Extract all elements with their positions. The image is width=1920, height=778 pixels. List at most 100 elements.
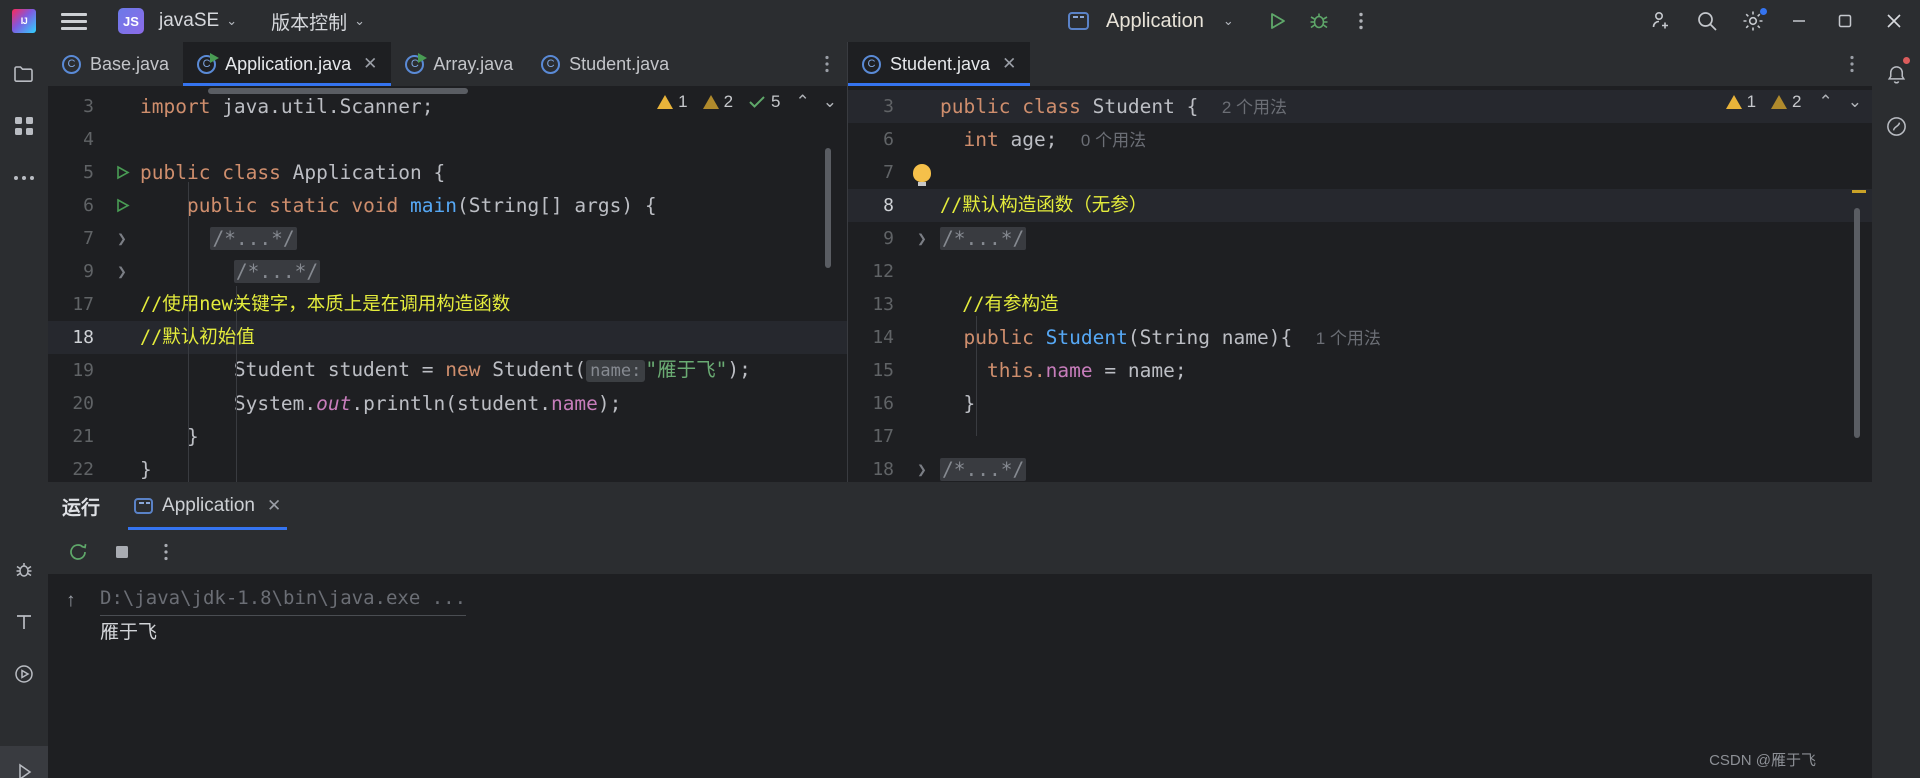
code-line-current[interactable]: 3 public class Student { 2 个用法 (848, 90, 1872, 123)
vertical-scrollbar-left[interactable] (825, 148, 831, 268)
run-more-options-icon[interactable] (148, 534, 184, 570)
terminal-tool-icon[interactable] (0, 596, 48, 648)
line-number: 15 (872, 360, 894, 381)
ai-assistant-icon[interactable] (1872, 100, 1920, 152)
structure-tool-icon[interactable] (0, 100, 48, 152)
code-line[interactable]: 12 (848, 255, 1872, 288)
prev-problem-icon[interactable]: ⌃ (1819, 92, 1833, 112)
usage-hint[interactable]: 0 个用法 (1081, 131, 1146, 150)
kw-class: class (222, 161, 281, 184)
settings-gear-icon[interactable] (1730, 0, 1776, 42)
share-project-icon[interactable] (1638, 0, 1684, 42)
settings-badge-dot (1760, 8, 1767, 15)
code-line[interactable]: 21 } (48, 420, 847, 453)
code-text: } (140, 453, 847, 482)
inspections-widget-left[interactable]: 1 2 5 ⌃ ⌄ (657, 86, 847, 118)
main-menu-icon[interactable] (52, 0, 96, 42)
console-output[interactable]: ↑ D:\java\jdk-1.8\bin\java.exe ... 雁于飞 C… (48, 574, 1872, 778)
vertical-scrollbar-right[interactable] (1854, 208, 1860, 438)
intellij-logo-icon[interactable]: IJ (12, 9, 36, 33)
code-line[interactable]: 4 (48, 123, 847, 156)
intention-bulb-icon[interactable] (904, 163, 940, 186)
horizontal-scrollbar-left[interactable] (208, 88, 468, 94)
code-line[interactable]: 6 public static void main(String[] args)… (48, 189, 847, 222)
usage-hint[interactable]: 1 个用法 (1316, 329, 1381, 348)
run-window-toggle[interactable] (0, 746, 48, 778)
next-problem-icon[interactable]: ⌄ (1848, 92, 1862, 112)
vcs-label: 版本控制 (271, 12, 348, 34)
editor-tab-application[interactable]: C Application.java ✕ (183, 42, 392, 86)
folded-comment[interactable]: /*...*/ (940, 458, 1027, 481)
tab-close-icon[interactable]: ✕ (1002, 54, 1016, 74)
code-line[interactable]: 19 Student student = new Student(name: "雁… (48, 354, 847, 387)
close-button[interactable] (1868, 0, 1920, 42)
fold-chevron-icon[interactable]: ❯ (104, 255, 140, 288)
code-line[interactable]: 5 public class Application { (48, 156, 847, 189)
code-line[interactable]: 22 } (48, 453, 847, 482)
fold-chevron-icon[interactable]: ❯ (904, 453, 940, 482)
code-line[interactable]: 14 public Student(String name){ 1 个用法 (848, 321, 1872, 354)
project-selector[interactable]: javaSE ⌄ (151, 6, 245, 36)
code-line[interactable]: 9 ❯ /*...*/ (848, 222, 1872, 255)
code-line[interactable]: 16 } (848, 387, 1872, 420)
console-command[interactable]: D:\java\jdk-1.8\bin\java.exe ... (100, 582, 467, 616)
project-tool-icon[interactable] (0, 48, 48, 100)
run-configuration-selector[interactable]: Application ⌄ (1060, 6, 1242, 36)
run-button[interactable] (1256, 0, 1298, 42)
code-line[interactable]: 7 ❯ /*...*/ (48, 222, 847, 255)
line-number: 16 (872, 393, 894, 414)
code-line[interactable]: 9 ❯ /*...*/ (48, 255, 847, 288)
rerun-button[interactable] (60, 534, 96, 570)
line-number: 21 (72, 426, 94, 447)
run-tab-close-icon[interactable]: ✕ (267, 496, 281, 516)
run-gutter-icon[interactable] (104, 197, 140, 214)
maximize-button[interactable] (1822, 0, 1868, 42)
fold-chevron-icon[interactable]: ❯ (904, 222, 940, 255)
run-gutter-icon[interactable] (104, 164, 140, 181)
code-line[interactable]: 18 ❯ /*...*/ (848, 453, 1872, 482)
run-tool-icon[interactable] (0, 648, 48, 700)
editor-tabs-more-icon[interactable] (807, 42, 847, 86)
editor-tab-base[interactable]: C Base.java (48, 42, 183, 86)
folded-comment[interactable]: /*...*/ (210, 227, 297, 250)
vcs-selector[interactable]: 版本控制 ⌄ (263, 6, 373, 36)
code-line-current[interactable]: 8 //默认构造函数（无参） (848, 189, 1872, 222)
editor-tab-student-left[interactable]: C Student.java (527, 42, 683, 86)
editor-tab-student-right[interactable]: C Student.java ✕ (848, 42, 1031, 86)
folded-comment[interactable]: /*...*/ (940, 227, 1027, 250)
code-line[interactable]: 20 System.out.println(student.name); (48, 387, 847, 420)
editor-tabs-more-icon[interactable] (1832, 42, 1872, 86)
code-line[interactable]: 17 (848, 420, 1872, 453)
run-tab-application[interactable]: Application ✕ (120, 482, 295, 530)
more-run-options-icon[interactable] (1340, 0, 1382, 42)
code-area-right[interactable]: 1 2 ⌃ ⌄ 3 public class Student { 2 个用法 6… (848, 86, 1872, 482)
editor-tab-array[interactable]: C Array.java (391, 42, 527, 86)
prev-problem-icon[interactable]: ⌃ (796, 92, 810, 112)
scroll-up-icon[interactable]: ↑ (66, 590, 76, 612)
inspections-widget-right[interactable]: 1 2 ⌃ ⌄ (1725, 86, 1872, 118)
more-tools-icon[interactable] (0, 152, 48, 204)
code-lines-left: 3 import java.util.Scanner; 4 5 public c… (48, 86, 847, 482)
code-line[interactable]: 13 //有参构造 (848, 288, 1872, 321)
error-icon (1725, 95, 1742, 109)
code-line[interactable]: 15 this.name = name; (848, 354, 1872, 387)
error-stripe-marker[interactable] (1852, 190, 1866, 193)
right-tool-rail (1872, 42, 1920, 778)
tab-close-icon[interactable]: ✕ (363, 54, 377, 74)
debug-tool-icon[interactable] (0, 544, 48, 596)
code-line[interactable]: 7 (848, 156, 1872, 189)
stop-button[interactable] (104, 534, 140, 570)
code-line-current[interactable]: 18 //默认初始值 (48, 321, 847, 354)
next-problem-icon[interactable]: ⌄ (823, 92, 837, 112)
search-everywhere-icon[interactable] (1684, 0, 1730, 42)
usage-hint[interactable]: 2 个用法 (1222, 98, 1287, 117)
fold-chevron-icon[interactable]: ❯ (104, 222, 140, 255)
notifications-icon[interactable] (1872, 48, 1920, 100)
debug-button[interactable] (1298, 0, 1340, 42)
code-line[interactable]: 6 int age; 0 个用法 (848, 123, 1872, 156)
minimize-button[interactable] (1776, 0, 1822, 42)
project-badge-icon[interactable]: JS (118, 8, 144, 34)
code-line[interactable]: 17 //使用new关键字，本质上是在调用构造函数 (48, 288, 847, 321)
code-area-left[interactable]: 1 2 5 ⌃ ⌄ 3 import java.util.Scanner; 4 … (48, 86, 847, 482)
folded-comment[interactable]: /*...*/ (233, 260, 321, 283)
